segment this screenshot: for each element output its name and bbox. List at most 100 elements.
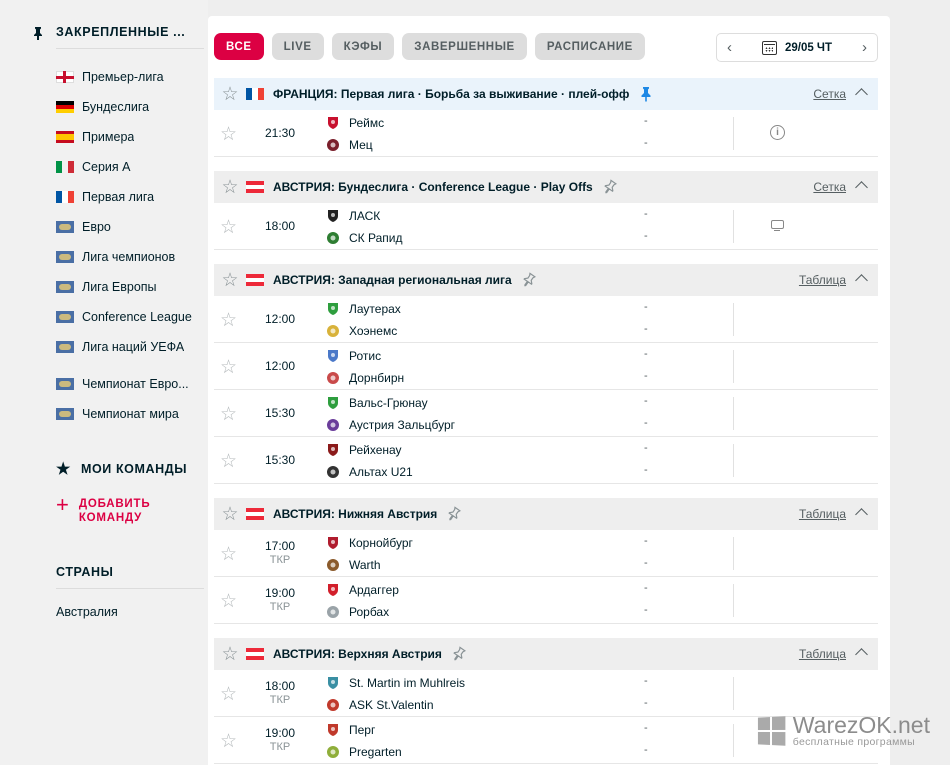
league-title[interactable]: АВСТРИЯ: Нижняя Австрия (273, 507, 437, 521)
star-outline-icon[interactable]: ☆ (214, 269, 246, 292)
away-team[interactable]: Альтах U21 (326, 463, 413, 481)
star-outline-icon[interactable]: ☆ (214, 503, 246, 526)
away-team[interactable]: Рорбах (326, 603, 389, 621)
info-icon[interactable]: i (770, 125, 785, 140)
sidebar-item[interactable]: Примера (56, 122, 204, 152)
home-team[interactable]: Перг (326, 721, 375, 739)
away-team[interactable]: Мец (326, 136, 373, 154)
match-row[interactable]: ☆ 12:00 Лаутерах Хоэнемс - - (214, 296, 878, 343)
sidebar-item[interactable]: Евро (56, 212, 204, 242)
pin-icon[interactable] (603, 179, 617, 195)
filter-tab[interactable]: ЗАВЕРШЕННЫЕ (402, 33, 527, 60)
star-outline-icon[interactable]: ☆ (220, 216, 237, 239)
star-outline-icon[interactable]: ☆ (220, 356, 237, 379)
star-outline-icon[interactable]: ☆ (220, 590, 237, 613)
match-row[interactable]: ☆ 12:00 Ротис Дорнбирн - - (214, 343, 878, 390)
home-team[interactable]: Лаутерах (326, 300, 401, 318)
chevron-left-icon[interactable]: ‹ (727, 39, 732, 56)
chevron-up-icon[interactable] (854, 272, 870, 286)
date-picker[interactable]: ‹ 29/05 ЧТ › (716, 33, 878, 62)
star-outline-icon[interactable]: ☆ (214, 176, 246, 199)
tv-icon[interactable] (770, 218, 785, 233)
match-row[interactable]: ☆ 18:00 ЛАСК СК Рапид - - (214, 203, 878, 250)
match-row[interactable]: ☆ 21:30 Реймс Мец - - i (214, 110, 878, 157)
league-link[interactable]: Таблица (799, 647, 846, 661)
league-link[interactable]: Таблица (799, 273, 846, 287)
star-outline-icon[interactable]: ☆ (220, 450, 237, 473)
league-link[interactable]: Сетка (813, 87, 846, 101)
away-team[interactable]: Дорнбирн (326, 369, 404, 387)
star-outline-icon[interactable]: ☆ (220, 403, 237, 426)
home-team[interactable]: St. Martin im Muhlreis (326, 674, 465, 692)
sidebar-item-label: Евро (82, 220, 111, 234)
team-name: Аустрия Зальцбург (349, 418, 456, 432)
star-outline-icon[interactable]: ☆ (220, 123, 237, 146)
home-team[interactable]: ЛАСК (326, 207, 380, 225)
filter-tab[interactable]: КЭФЫ (331, 33, 395, 60)
league-link[interactable]: Сетка (813, 180, 846, 194)
pin-icon[interactable] (639, 86, 653, 102)
sidebar-item[interactable]: Первая лига (56, 182, 204, 212)
league-header[interactable]: ☆ АВСТРИЯ: Западная региональная лига Табл… (214, 264, 878, 296)
chevron-up-icon[interactable] (854, 506, 870, 520)
league-title[interactable]: ФРАНЦИЯ: Первая лига · Борьба за выживан… (273, 87, 629, 101)
away-team[interactable]: Pregarten (326, 743, 402, 761)
match-row[interactable]: ☆ 15:30 Рейхенау Альтах U21 - - (214, 437, 878, 484)
away-team[interactable]: Warth (326, 556, 381, 574)
home-team[interactable]: Вальс-Грюнау (326, 394, 428, 412)
league-title[interactable]: АВСТРИЯ: Бундеслига · Conference League … (273, 180, 593, 194)
filter-tab[interactable]: LIVE (271, 33, 324, 60)
match-row[interactable]: ☆ 18:00 ТКР St. Martin im Muhlreis ASK St.Va… (214, 670, 878, 717)
away-team[interactable]: Аустрия Зальцбург (326, 416, 455, 434)
match-row[interactable]: ☆ 15:30 Вальс-Грюнау Аустрия Зальцбург - - (214, 390, 878, 437)
sidebar-item[interactable]: Премьер-лига (56, 62, 204, 92)
match-row[interactable]: ☆ 19:00 ТКР Ардаггер Рорбах - - (214, 577, 878, 624)
league-header[interactable]: ☆ АВСТРИЯ: Нижняя Австрия Таблица (214, 498, 878, 530)
sidebar-item[interactable]: Conference League (56, 302, 204, 332)
match-row[interactable]: ☆ 17:00 ТКР Корнойбург Warth - - (214, 530, 878, 577)
away-team[interactable]: Хоэнемс (326, 322, 397, 340)
star-outline-icon[interactable]: ☆ (214, 643, 246, 666)
league-title[interactable]: АВСТРИЯ: Западная региональная лига (273, 273, 512, 287)
chevron-right-icon[interactable]: › (862, 39, 867, 56)
sidebar-item[interactable]: Чемпионат мира (56, 399, 204, 429)
home-team[interactable]: Реймс (326, 114, 384, 132)
league-link[interactable]: Таблица (799, 507, 846, 521)
star-outline-icon[interactable]: ☆ (220, 309, 237, 332)
sidebar-item[interactable]: Чемпионат Евро... (56, 369, 204, 399)
home-team[interactable]: Рейхенау (326, 441, 402, 459)
add-team-button[interactable]: + ДОБАВИТЬ КОМАНДУ (56, 494, 150, 525)
sidebar-item[interactable]: Бундеслига (56, 92, 204, 122)
league-header[interactable]: ☆ АВСТРИЯ: Бундеслига · Conference League… (214, 171, 878, 203)
filter-tab[interactable]: РАСПИСАНИЕ (534, 33, 645, 60)
sidebar-item[interactable]: Лига чемпионов (56, 242, 204, 272)
team-logo-icon (326, 465, 340, 479)
sidebar-item[interactable]: Серия А (56, 152, 204, 182)
away-team[interactable]: ASK St.Valentin (326, 696, 434, 714)
home-team[interactable]: Ардаггер (326, 581, 399, 599)
league-header[interactable]: ☆ АВСТРИЯ: Верхняя Австрия Таблица (214, 638, 878, 670)
home-team[interactable]: Ротис (326, 347, 381, 365)
away-team[interactable]: СК Рапид (326, 229, 402, 247)
pin-icon[interactable] (452, 646, 466, 662)
date-display[interactable]: 29/05 ЧТ (761, 40, 832, 55)
star-outline-icon[interactable]: ☆ (220, 543, 237, 566)
sidebar-item[interactable]: Лига наций УЕФА (56, 332, 204, 362)
pin-icon[interactable] (447, 506, 462, 522)
pin-icon[interactable] (522, 272, 536, 288)
star-icon: ★ (56, 461, 71, 478)
league-header[interactable]: ☆ ФРАНЦИЯ: Первая лига · Борьба за выжива… (214, 78, 878, 110)
filter-tab[interactable]: ВСЕ (214, 33, 264, 60)
sidebar-item[interactable]: Лига Европы (56, 272, 204, 302)
star-outline-icon[interactable]: ☆ (220, 683, 237, 706)
home-team[interactable]: Корнойбург (326, 534, 413, 552)
league-title[interactable]: АВСТРИЯ: Верхняя Австрия (273, 647, 442, 661)
chevron-up-icon[interactable] (854, 179, 870, 193)
star-outline-icon[interactable]: ☆ (214, 83, 246, 106)
match-status: ТКР (269, 741, 291, 753)
chevron-up-icon[interactable] (854, 86, 870, 100)
country-item[interactable]: Австралия (56, 605, 118, 619)
chevron-up-icon[interactable] (854, 646, 870, 660)
star-outline-icon[interactable]: ☆ (220, 730, 237, 753)
